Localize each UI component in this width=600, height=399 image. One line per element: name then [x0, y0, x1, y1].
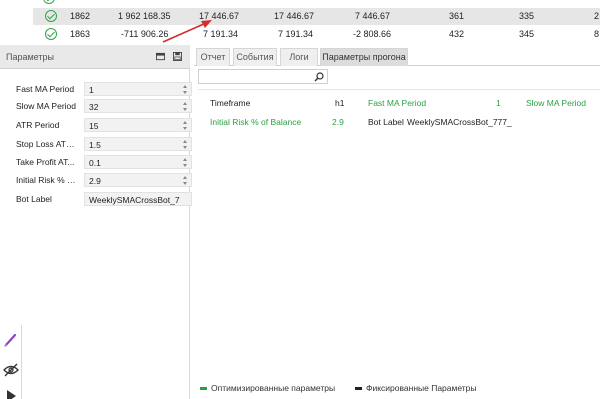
param-stop-loss: Stop Loss ATR... 1.5: [16, 137, 192, 151]
check-circle-icon: [45, 28, 57, 40]
cell-7: 345: [519, 29, 535, 39]
search-icon[interactable]: [314, 72, 324, 82]
parameters-header: Параметры: [0, 45, 190, 69]
tool-strip: [0, 325, 22, 399]
cell-5: 7 446.67: [355, 11, 391, 21]
spinner-icon[interactable]: [183, 85, 188, 94]
param-label: Slow MA Period: [16, 101, 76, 111]
run-parameters-list: Timeframe h1 Fast MA Period 1 Slow MA Pe…: [198, 89, 600, 379]
param-value: 1.5: [89, 140, 101, 150]
row-id: 1862: [70, 11, 91, 21]
run-param-label: Initial Risk % of Balance: [210, 117, 302, 127]
net-profit: -711 906.26: [121, 29, 169, 39]
param-value: 2.9: [89, 176, 101, 186]
run-param-label: Bot Label: [368, 117, 404, 127]
param-slow-ma: Slow MA Period 32: [16, 99, 192, 113]
table-row-partial[interactable]: [33, 0, 600, 6]
param-input[interactable]: WeeklySMACrossBot_7: [84, 192, 192, 206]
run-param-value: 2.9: [332, 117, 344, 127]
spinner-icon[interactable]: [183, 121, 188, 130]
tab-logs[interactable]: Логи: [280, 48, 318, 66]
row-id: 1863: [70, 29, 91, 39]
cell-3: 17 446.67: [199, 11, 240, 21]
cell-6: 432: [449, 29, 465, 39]
legend-fixed: Фиксированные Параметры: [366, 383, 477, 393]
param-fast-ma: Fast MA Period 1: [16, 82, 192, 96]
param-initial-risk: Initial Risk % o... 2.9: [16, 173, 192, 187]
pen-icon[interactable]: [2, 331, 20, 349]
spinner-icon[interactable]: [183, 140, 188, 149]
param-label: Take Profit AT...: [16, 157, 75, 167]
spinner-icon[interactable]: [183, 102, 188, 111]
app-window: 1862 1 962 168.35 17 446.67 17 446.67 7 …: [0, 0, 600, 399]
param-value: 0.1: [89, 158, 101, 168]
param-label: Initial Risk % o...: [16, 175, 78, 185]
table-row[interactable]: 1863 -711 906.26 7 191.34 7 191.34 -2 80…: [33, 26, 600, 43]
cell-5: -2 808.66: [353, 29, 392, 39]
run-param-label: Slow MA Period: [526, 98, 586, 108]
param-label: Fast MA Period: [16, 84, 75, 94]
table-row[interactable]: 1862 1 962 168.35 17 446.67 17 446.67 7 …: [33, 8, 600, 25]
param-label: ATR Period: [16, 120, 60, 130]
param-input[interactable]: 0.1: [84, 155, 192, 169]
param-value: WeeklySMACrossBot_7: [89, 195, 180, 205]
param-label: Stop Loss ATR...: [16, 139, 78, 149]
save-icon[interactable]: [173, 52, 182, 61]
optimized-swatch: [200, 387, 207, 390]
tab-bar: Отчет События Логи Параметры прогона: [194, 45, 600, 66]
fixed-swatch: [355, 387, 362, 390]
param-input[interactable]: 15: [84, 118, 192, 132]
param-input[interactable]: 1.5: [84, 137, 192, 151]
param-bot-label: Bot Label WeeklySMACrossBot_7: [16, 192, 192, 206]
search-input[interactable]: [198, 69, 328, 84]
param-input[interactable]: 1: [84, 82, 192, 96]
param-input[interactable]: 2.9: [84, 173, 192, 187]
eye-off-icon[interactable]: [2, 361, 20, 379]
spinner-icon[interactable]: [183, 176, 188, 185]
legend: Оптимизированные параметры Фиксированные…: [194, 379, 600, 399]
cell-6: 361: [449, 11, 465, 21]
run-param-value: h1: [335, 98, 345, 108]
run-param-value: WeeklySMACrossBot_777_: [407, 117, 512, 127]
check-circle-icon: [43, 0, 55, 4]
cell-4: 17 446.67: [274, 11, 315, 21]
cell-7: 335: [519, 11, 535, 21]
net-profit: 1 962 168.35: [118, 11, 171, 21]
legend-optimized: Оптимизированные параметры: [211, 383, 336, 393]
run-details-panel: Отчет События Логи Параметры прогона Tim…: [194, 45, 600, 399]
cell-3: 7 191.34: [203, 29, 239, 39]
cell-8: 8: [594, 29, 600, 39]
cell-4: 7 191.34: [278, 29, 314, 39]
run-param-label: Timeframe: [210, 98, 251, 108]
param-input[interactable]: 32: [84, 99, 192, 113]
panel-icon[interactable]: [156, 52, 165, 61]
tab-events[interactable]: События: [233, 48, 277, 66]
results-table: 1862 1 962 168.35 17 446.67 17 446.67 7 …: [0, 0, 600, 44]
spinner-icon[interactable]: [183, 158, 188, 167]
param-atr: ATR Period 15: [16, 118, 192, 132]
play-icon[interactable]: [2, 387, 20, 399]
parameters-title: Параметры: [6, 52, 54, 62]
run-param-value: 1: [496, 98, 501, 108]
param-value: 32: [89, 102, 99, 112]
parameters-panel: Параметры Fast MA Period 1 Slow MA Perio…: [0, 45, 192, 399]
cell-8: 2: [594, 11, 600, 21]
run-param-label: Fast MA Period: [368, 98, 427, 108]
param-value: 15: [89, 121, 99, 131]
param-take-profit: Take Profit AT... 0.1: [16, 155, 192, 169]
tab-run-parameters[interactable]: Параметры прогона: [320, 48, 408, 66]
param-label: Bot Label: [16, 194, 52, 204]
tab-report[interactable]: Отчет: [196, 48, 230, 66]
check-circle-icon: [45, 10, 57, 22]
param-value: 1: [89, 85, 94, 95]
